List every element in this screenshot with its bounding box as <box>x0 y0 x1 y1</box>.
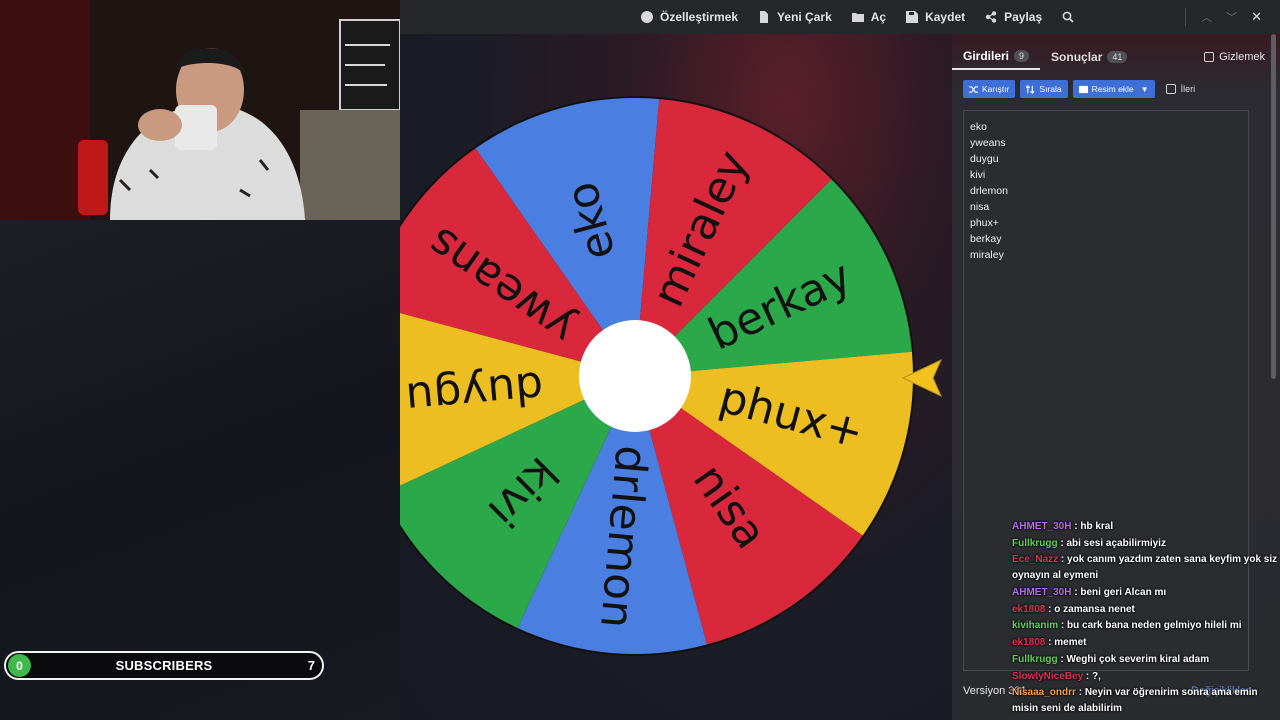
add-image-button[interactable]: Resim ekle ▼ <box>1072 80 1155 98</box>
shuffle-button[interactable]: Karıştır <box>963 80 1016 98</box>
chat-text: o zamansa nenet <box>1054 604 1135 615</box>
shuffle-icon <box>969 85 978 93</box>
entry-line: berkay <box>970 233 1002 245</box>
folder-icon <box>851 13 864 22</box>
sort-label: Sırala <box>1039 84 1062 94</box>
chat-message: Fullkrugg : Weghi çok severim kiral adam <box>1012 651 1280 668</box>
chat-username[interactable]: Ece_Nazz <box>1012 554 1058 565</box>
chat-message: AHMET_30H : hb kral <box>1012 518 1280 535</box>
hide-label: Gizlemek <box>1219 51 1265 63</box>
chat-username[interactable]: Nisaaa_ondrr <box>1012 687 1076 698</box>
chat-separator: : <box>1058 554 1068 565</box>
chat-separator: : <box>1075 687 1085 698</box>
spin-wheel[interactable]: eko miraleyberkayphux+nisadrlemonkividuyg… <box>400 34 952 720</box>
search-icon <box>1062 11 1074 23</box>
chat-message: Nisaaa_ondrr : Neyin var öğrenirim sonra… <box>1012 685 1280 717</box>
chat-username[interactable]: SlowlyNiceBey <box>1012 671 1083 682</box>
chat-separator: : <box>1083 671 1093 682</box>
save-button[interactable]: Kaydet <box>896 0 975 34</box>
share-icon <box>985 11 997 23</box>
panel-scrollbar[interactable] <box>1271 34 1276 379</box>
chat-username[interactable]: ek1808 <box>1012 604 1045 615</box>
sort-icon <box>1026 84 1035 94</box>
chat-message: ek1808 : o zamansa nenet <box>1012 601 1280 618</box>
search-button[interactable] <box>1052 0 1084 34</box>
wheel-center-hub[interactable] <box>579 320 691 432</box>
chat-separator: : <box>1058 620 1068 631</box>
toolbar-divider <box>1185 8 1186 26</box>
chat-separator: : <box>1045 604 1055 615</box>
chat-username[interactable]: ek1808 <box>1012 637 1045 648</box>
chat-message: SlowlyNiceBey : ?, <box>1012 668 1280 685</box>
checkbox-icon <box>1165 84 1176 94</box>
chat-separator: : <box>1045 637 1055 648</box>
entry-line: miraley <box>970 249 1004 261</box>
chat-message: Ece_Nazz : yok canım yazdım zaten sana k… <box>1012 552 1280 584</box>
tab-entries[interactable]: Girdileri 9 <box>952 44 1041 70</box>
chat-message: kivihanim : bu cark bana neden gelmiyo h… <box>1012 618 1280 634</box>
entries-actions: Karıştır Sırala Resim ekle ▼ İleri <box>963 80 1195 98</box>
panel-tabs: Girdileri 9 Sonuçlar 41 <box>952 44 1138 70</box>
chat-text: hb kral <box>1080 521 1114 532</box>
subscriber-goal-bar: 0 SUBSCRIBERS 7 <box>4 651 324 680</box>
entry-line: kivi <box>970 169 986 181</box>
chat-text: abi sesi açabilirmiyiz <box>1066 538 1166 549</box>
chat-username[interactable]: Fullkrugg <box>1012 538 1058 549</box>
entry-line: nisa <box>970 201 990 213</box>
wheel-stage: eko miraley berkay phux+ nisa drlemon kivi duyg… <box>400 34 952 720</box>
customize-label: Özelleştirmek <box>660 10 739 24</box>
chat-text: bu cark bana neden gelmiyo hileli mi <box>1067 620 1242 631</box>
chat-text: ?, <box>1092 671 1101 682</box>
open-button[interactable]: Aç <box>842 0 896 34</box>
share-label: Paylaş <box>1004 10 1043 24</box>
sort-button[interactable]: Sırala <box>1020 80 1068 98</box>
chat-text: memet <box>1054 637 1087 648</box>
tab-results-label: Sonuçlar <box>1051 50 1103 64</box>
new-wheel-label: Yeni Çark <box>777 10 832 24</box>
checkbox-icon <box>1204 52 1215 62</box>
top-toolbar: Özelleştirmek Yeni Çark Aç Kaydet Paylaş… <box>400 0 1280 34</box>
entry-line: drlemon <box>970 185 1008 197</box>
chat-username[interactable]: AHMET_30H <box>1012 521 1071 532</box>
subscriber-goal: 7 <box>307 658 315 673</box>
tab-results[interactable]: Sonuçlar 41 <box>1040 44 1138 70</box>
customize-button[interactable]: Özelleştirmek <box>631 0 748 34</box>
chat-username[interactable]: Fullkrugg <box>1012 654 1058 665</box>
advanced-checkbox[interactable]: İleri <box>1165 84 1196 94</box>
webcam-overlay <box>0 0 400 220</box>
hide-checkbox[interactable]: Gizlemek <box>1204 51 1265 63</box>
entry-line: eko <box>970 121 987 133</box>
save-label: Kaydet <box>925 10 966 24</box>
chat-message: ek1808 : memet <box>1012 634 1280 651</box>
file-icon <box>760 11 769 23</box>
entry-line: duygu <box>970 153 999 165</box>
close-icon[interactable]: ✕ <box>1251 9 1262 25</box>
entry-line: phux+ <box>970 217 999 229</box>
chat-message: AHMET_30H : beni geri Alcan mı <box>1012 584 1280 601</box>
chevron-down-icon[interactable]: ﹀ <box>1226 9 1237 25</box>
tab-results-count: 41 <box>1107 51 1128 63</box>
chat-message: Fullkrugg : abi sesi açabilirmiyiz <box>1012 535 1280 552</box>
caret-down-icon: ▼ <box>1140 84 1149 94</box>
entry-line: yweans <box>970 137 1006 149</box>
new-wheel-button[interactable]: Yeni Çark <box>748 0 842 34</box>
share-button[interactable]: Paylaş <box>975 0 1052 34</box>
add-image-label: Resim ekle <box>1091 84 1134 94</box>
tab-entries-label: Girdileri <box>963 49 1010 63</box>
floppy-disk-icon <box>906 11 919 23</box>
chat-username[interactable]: kivihanim <box>1012 620 1058 631</box>
chat-text: Weghi çok severim kiral adam <box>1066 654 1210 665</box>
advanced-label: İleri <box>1180 84 1196 94</box>
chat-overlay: AHMET_30H : hb kral Fullkrugg : abi sesi … <box>1012 518 1280 717</box>
chevron-up-icon[interactable]: ︿ <box>1201 9 1212 25</box>
subscriber-label: SUBSCRIBERS <box>115 658 213 673</box>
tab-entries-count: 9 <box>1014 50 1030 62</box>
chat-username[interactable]: AHMET_30H <box>1012 587 1071 598</box>
streamer-video <box>0 0 400 220</box>
image-icon <box>1078 85 1088 93</box>
palette-icon <box>641 11 653 23</box>
chat-text: beni geri Alcan mı <box>1080 587 1167 598</box>
shuffle-label: Karıştır <box>982 84 1010 94</box>
open-label: Aç <box>870 10 887 24</box>
